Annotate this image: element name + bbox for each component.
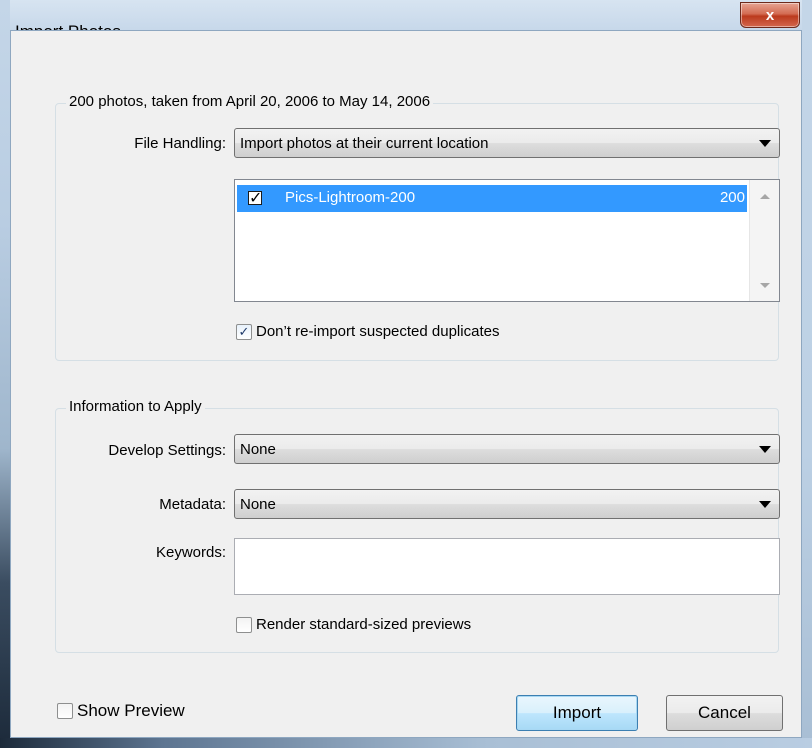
metadata-value: None [240,495,276,513]
cancel-button[interactable]: Cancel [666,695,783,731]
keywords-label: Keywords: [155,544,226,561]
checkmark-icon: ✓ [236,323,252,340]
metadata-label: Metadata: [159,496,226,513]
source-group-legend: 200 photos, taken from April 20, 2006 to… [66,93,434,110]
close-icon: x [765,6,775,24]
dropdown-arrow-icon [759,446,771,453]
list-scrollbar[interactable] [749,180,779,301]
scroll-down-icon[interactable] [760,283,770,288]
no-duplicates-label: Don’t re-import suspected duplicates [256,323,500,340]
folder-list[interactable]: ✓ Pics-Lightroom-200 200 [234,179,780,302]
show-preview-label: Show Preview [77,701,185,720]
checkbox-box [236,616,252,633]
render-previews-label: Render standard-sized previews [256,616,472,633]
metadata-dropdown[interactable]: None [234,489,780,519]
info-group-legend: Information to Apply [66,398,205,415]
checkbox-box [57,703,73,719]
show-preview-checkbox[interactable]: Show Preview [57,701,185,721]
window-frame-right [802,0,812,748]
close-button[interactable]: x [740,2,800,28]
no-duplicates-checkbox[interactable]: ✓ Don’t re-import suspected duplicates [236,323,499,340]
dropdown-arrow-icon [759,140,771,147]
list-item[interactable]: ✓ Pics-Lightroom-200 200 [237,185,747,212]
develop-settings-dropdown[interactable]: None [234,434,780,464]
file-handling-dropdown[interactable]: Import photos at their current location [234,128,780,158]
develop-settings-label: Develop Settings: [108,442,226,459]
folder-name: Pics-Lightroom-200 [285,189,416,206]
file-handling-value: Import photos at their current location [240,134,489,152]
dialog-body: 200 photos, taken from April 20, 2006 to… [10,30,802,738]
keywords-input[interactable] [234,538,780,595]
import-button[interactable]: Import [516,695,638,731]
file-handling-label: File Handling: [134,135,226,152]
checkmark-icon: ✓ [249,190,263,207]
window-frame-left [0,0,10,748]
develop-settings-value: None [240,440,276,458]
scroll-up-icon[interactable] [760,194,770,199]
render-previews-checkbox[interactable]: Render standard-sized previews [236,616,471,633]
folder-checkbox[interactable]: ✓ [248,190,263,207]
window-frame-bottom [0,738,812,748]
dropdown-arrow-icon [759,501,771,508]
folder-count: 200 [719,189,745,206]
